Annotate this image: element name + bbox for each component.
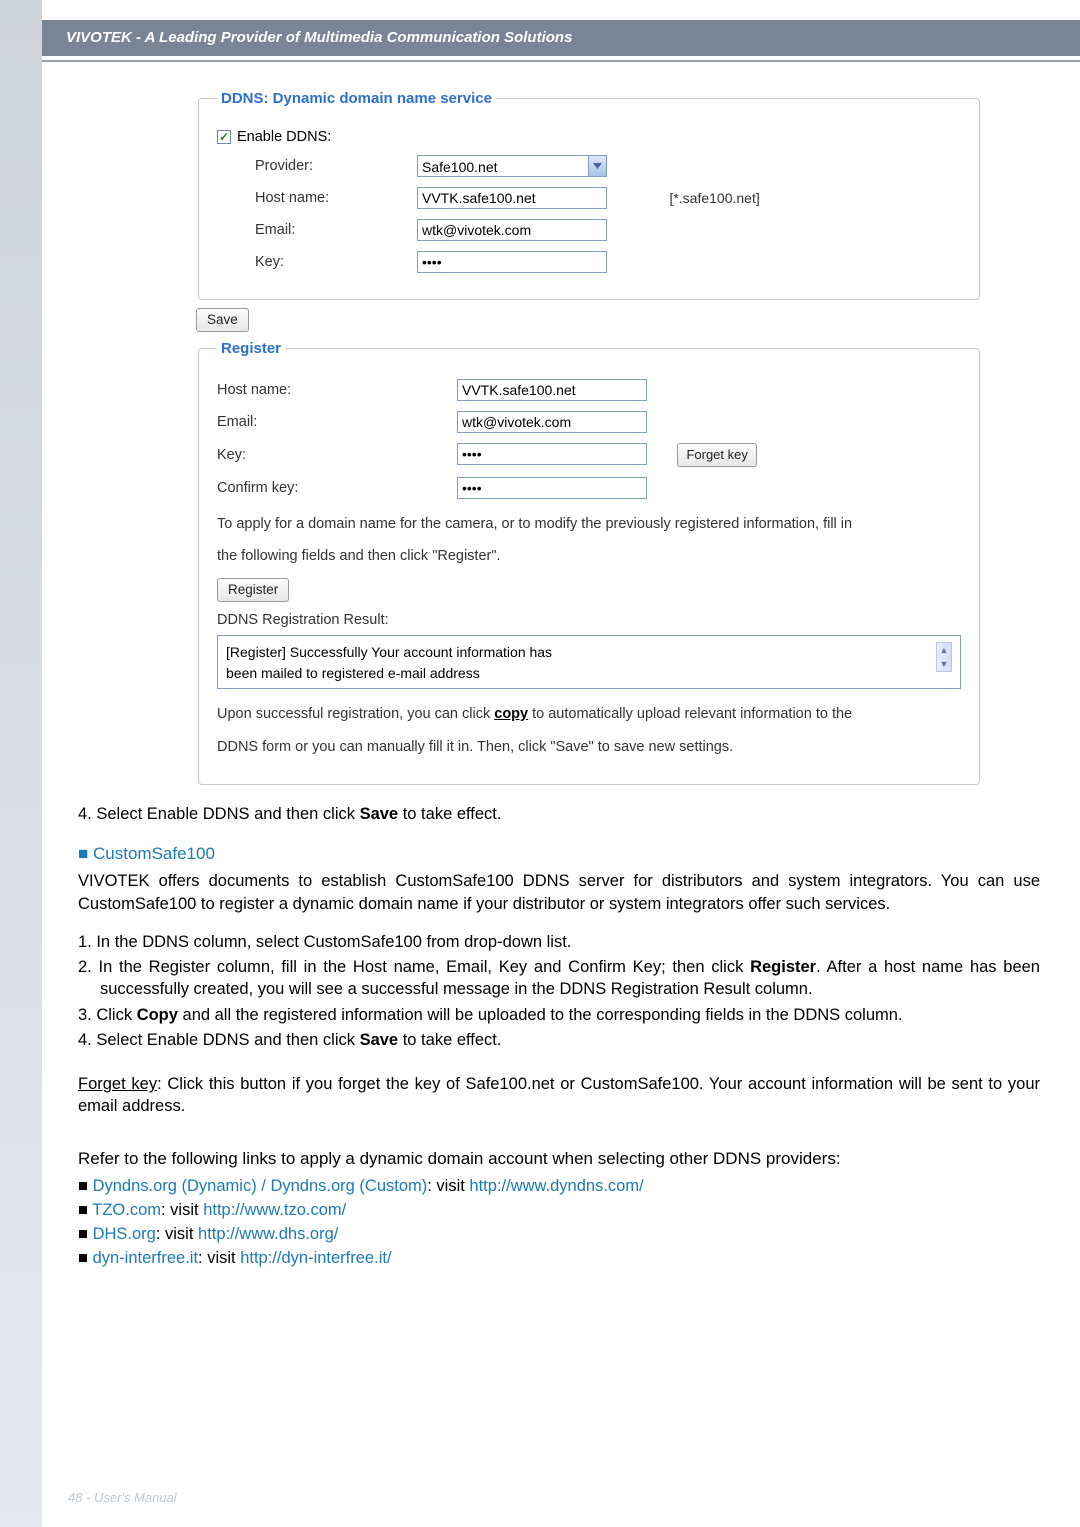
chevron-down-icon[interactable] bbox=[588, 156, 606, 176]
hostname-label: Host name: bbox=[217, 190, 417, 206]
provider-value: Safe100.net bbox=[418, 156, 588, 176]
cs-step-4: 4. Select Enable DDNS and then click Sav… bbox=[78, 1029, 1040, 1051]
key-label: Key: bbox=[217, 254, 417, 270]
link-interfree: dyn-interfree.it: visit http://dyn-inter… bbox=[78, 1247, 1040, 1269]
hostname-input[interactable] bbox=[417, 187, 607, 209]
reg-hostname-input[interactable] bbox=[457, 379, 647, 401]
reg-key-label: Key: bbox=[217, 447, 457, 463]
reg-hostname-label: Host name: bbox=[217, 382, 457, 398]
provider-select[interactable]: Safe100.net bbox=[417, 155, 607, 177]
reg-confirm-label: Confirm key: bbox=[217, 480, 457, 496]
hostname-suffix: [*.safe100.net] bbox=[669, 190, 759, 206]
result-scrollbar[interactable]: ▲ ▼ bbox=[936, 642, 952, 672]
link-dyndns: Dyndns.org (Dynamic) / Dyndns.org (Custo… bbox=[78, 1175, 1040, 1197]
step4-text: 4. Select Enable DDNS and then click Sav… bbox=[78, 803, 1040, 825]
scroll-up-icon[interactable]: ▲ bbox=[940, 643, 949, 657]
scroll-down-icon[interactable]: ▼ bbox=[940, 657, 949, 671]
post-result-1: Upon successful registration, you can cl… bbox=[217, 699, 961, 729]
reg-email-input[interactable] bbox=[457, 411, 647, 433]
reg-confirm-input[interactable] bbox=[457, 477, 647, 499]
links-intro: Refer to the following links to apply a … bbox=[78, 1148, 1040, 1171]
forget-key-paragraph: Forget key: Click this button if you for… bbox=[78, 1073, 1040, 1118]
enable-ddns-label: Enable DDNS: bbox=[237, 129, 331, 145]
copy-link[interactable]: copy bbox=[494, 706, 528, 722]
register-instruction-2: the following fields and then click "Reg… bbox=[217, 541, 961, 571]
link-dyndns-url[interactable]: http://www.dyndns.com/ bbox=[469, 1177, 643, 1195]
forget-key-button[interactable]: Forget key bbox=[677, 443, 756, 467]
page-header: VIVOTEK - A Leading Provider of Multimed… bbox=[42, 20, 1080, 56]
enable-ddns-checkbox[interactable]: ✓ bbox=[217, 130, 231, 144]
register-legend: Register bbox=[217, 340, 285, 357]
key-input[interactable] bbox=[417, 251, 607, 273]
customsafe-heading: ■ CustomSafe100 bbox=[78, 843, 1040, 866]
ddns-legend: DDNS: Dynamic domain name service bbox=[217, 90, 496, 107]
result-textbox: [Register] Successfully Your account inf… bbox=[217, 635, 961, 689]
reg-email-label: Email: bbox=[217, 414, 457, 430]
link-dhs-url[interactable]: http://www.dhs.org/ bbox=[198, 1225, 338, 1243]
post-result-2: DDNS form or you can manually fill it in… bbox=[217, 732, 961, 762]
ddns-fieldset: DDNS: Dynamic domain name service ✓ Enab… bbox=[198, 90, 980, 300]
check-icon: ✓ bbox=[219, 130, 229, 144]
result-line-1: [Register] Successfully Your account inf… bbox=[226, 644, 552, 660]
register-instruction-1: To apply for a domain name for the camer… bbox=[217, 509, 961, 539]
customsafe-paragraph: VIVOTEK offers documents to establish Cu… bbox=[78, 870, 1040, 915]
register-fieldset: Register Host name: Email: Key: Forget k… bbox=[198, 340, 980, 785]
header-title: VIVOTEK - A Leading Provider of Multimed… bbox=[66, 29, 572, 46]
page-footer: 48 - User's Manual bbox=[68, 1490, 177, 1505]
cs-step-1: 1. In the DDNS column, select CustomSafe… bbox=[78, 931, 1040, 953]
cs-step-3: 3. Click Copy and all the registered inf… bbox=[78, 1004, 1040, 1026]
link-tzo: TZO.com: visit http://www.tzo.com/ bbox=[78, 1199, 1040, 1221]
reg-key-input[interactable] bbox=[457, 443, 647, 465]
email-label: Email: bbox=[217, 222, 417, 238]
provider-label: Provider: bbox=[217, 158, 417, 174]
header-rule bbox=[42, 60, 1080, 62]
cs-step-2: 2. In the Register column, fill in the H… bbox=[78, 956, 1040, 1001]
save-button[interactable]: Save bbox=[196, 308, 249, 332]
link-interfree-url[interactable]: http://dyn-interfree.it/ bbox=[240, 1249, 391, 1267]
link-dhs: DHS.org: visit http://www.dhs.org/ bbox=[78, 1223, 1040, 1245]
register-button[interactable]: Register bbox=[217, 578, 289, 602]
link-tzo-url[interactable]: http://www.tzo.com/ bbox=[203, 1201, 346, 1219]
result-line-2: been mailed to registered e-mail address bbox=[226, 665, 480, 681]
email-input[interactable] bbox=[417, 219, 607, 241]
result-label: DDNS Registration Result: bbox=[217, 612, 961, 629]
